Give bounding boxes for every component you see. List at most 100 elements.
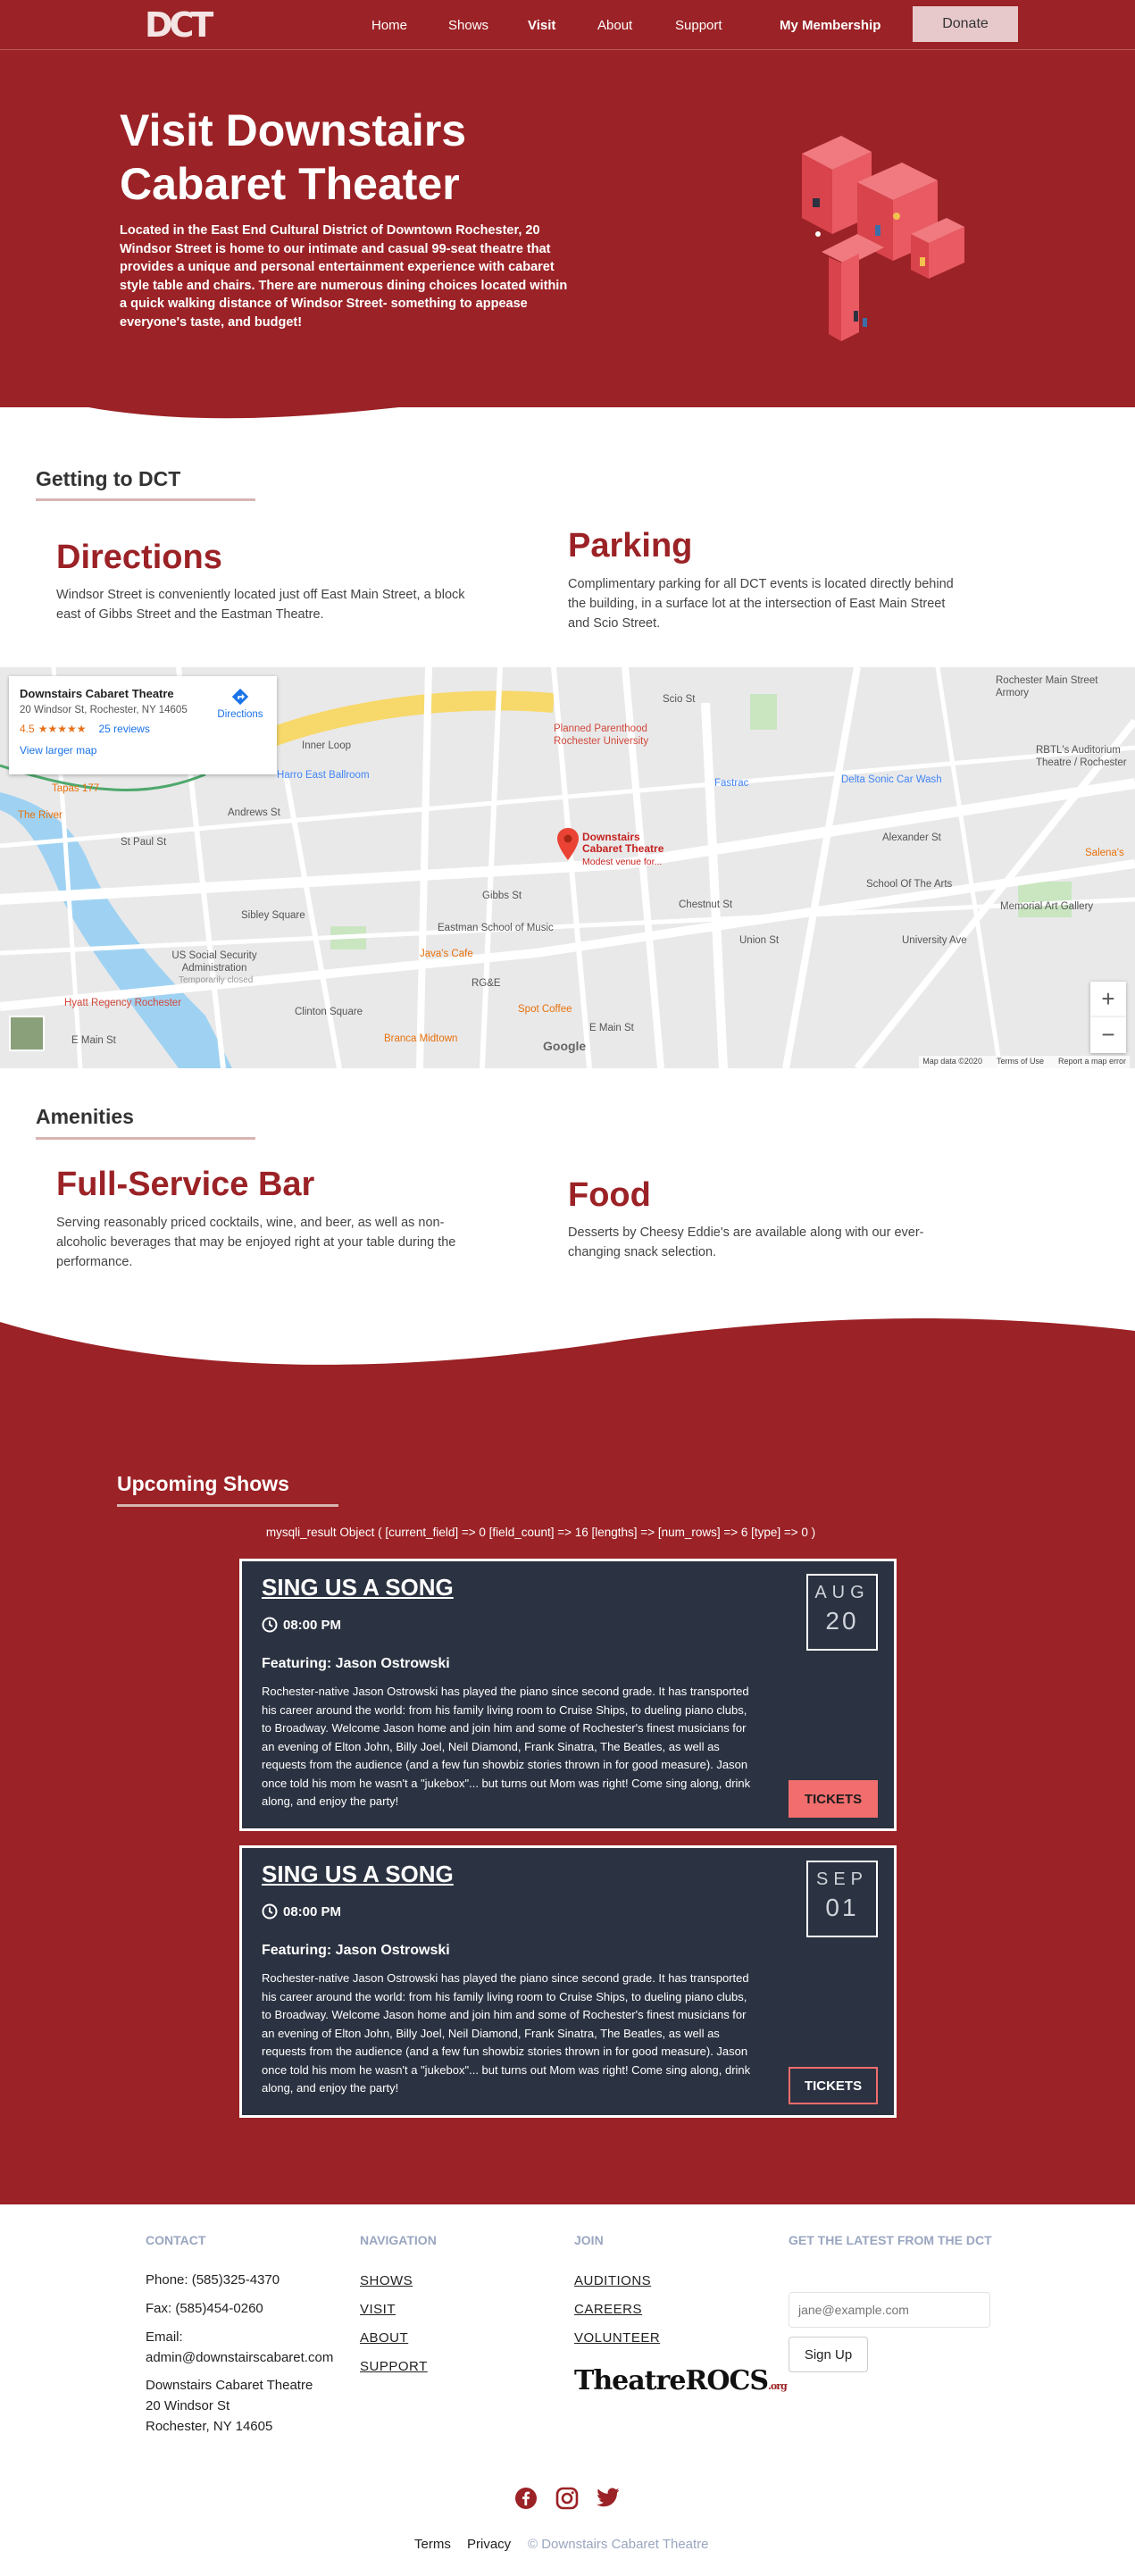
footer-join-auditions[interactable]: AUDITIONS bbox=[574, 2273, 651, 2288]
directions-icon bbox=[231, 688, 249, 706]
shows-underline bbox=[117, 1504, 338, 1507]
getting-underline bbox=[36, 498, 255, 501]
nav-home[interactable]: Home bbox=[371, 18, 407, 33]
map-label: Union St bbox=[739, 935, 780, 946]
show-description: Rochester-native Jason Ostrowski has pla… bbox=[262, 1685, 751, 1808]
directions-text: Windsor Street is conveniently located j… bbox=[56, 588, 465, 622]
map-larger-link[interactable]: View larger map bbox=[20, 744, 96, 757]
map-label: E Main St bbox=[71, 1035, 116, 1046]
show-description: Rochester-native Jason Ostrowski has pla… bbox=[262, 1971, 751, 2095]
footer-join-careers[interactable]: CAREERS bbox=[574, 2302, 642, 2317]
show-title[interactable]: SING US A SONG bbox=[262, 1861, 454, 1888]
footer-navigation-heading: NAVIGATION bbox=[360, 2233, 437, 2247]
google-map[interactable]: Downstairs Cabaret Theatre 20 Windsor St… bbox=[0, 667, 1135, 1068]
nav-support[interactable]: Support bbox=[675, 18, 722, 33]
tickets-button[interactable]: TICKETS bbox=[789, 2067, 878, 2104]
footer-nav-about[interactable]: ABOUT bbox=[360, 2330, 408, 2346]
footer-nav-visit[interactable]: VISIT bbox=[360, 2302, 396, 2317]
show-time-text: 08:00 PM bbox=[283, 1903, 342, 1919]
map-directions-label: Directions bbox=[217, 709, 263, 720]
map-label: University Ave bbox=[902, 935, 967, 946]
hero-title: Visit Downstairs Cabaret Theater bbox=[120, 105, 467, 209]
amenities-underline bbox=[36, 1137, 255, 1140]
map-directions-button[interactable]: Directions bbox=[211, 687, 270, 720]
theatre-rocs-logo[interactable]: TheatreROCS.org bbox=[574, 2365, 788, 2396]
show-time: 08:00 PM bbox=[262, 1903, 341, 1919]
twitter-icon bbox=[597, 2488, 620, 2507]
nav-shows[interactable]: Shows bbox=[448, 18, 488, 33]
hero-wave-divider bbox=[0, 357, 1135, 419]
footer-address-line3: Rochester, NY 14605 bbox=[146, 2419, 273, 2434]
google-logo: Google bbox=[543, 1039, 587, 1053]
bar-heading: Full-Service Bar bbox=[56, 1166, 315, 1203]
show-day: 01 bbox=[825, 1894, 859, 1921]
show-featuring: Featuring: Jason Ostrowski bbox=[262, 1943, 450, 1958]
map-card-reviews[interactable]: 25 reviews bbox=[98, 723, 149, 735]
map-label: E Main St bbox=[589, 1023, 634, 1033]
show-day: 20 bbox=[825, 1607, 859, 1635]
map-label: Spot Coffee bbox=[518, 1004, 572, 1015]
footer-nav-support[interactable]: SUPPORT bbox=[360, 2359, 428, 2374]
footer-join-volunteer[interactable]: VOLUNTEER bbox=[574, 2330, 660, 2346]
footer-email-link[interactable]: admin@downstairscabaret.com bbox=[146, 2347, 333, 2368]
map-zoom-in[interactable]: + bbox=[1090, 982, 1126, 1017]
footer-copyright: © Downstairs Cabaret Theatre bbox=[528, 2537, 709, 2552]
map-label: US Social Security Administration bbox=[171, 950, 257, 974]
parking-text: Complimentary parking for all DCT events… bbox=[568, 577, 954, 631]
map-label: Alexander St bbox=[882, 832, 941, 843]
map-report-link[interactable]: Report a map error bbox=[1058, 1057, 1126, 1067]
map-pin[interactable] bbox=[557, 828, 579, 865]
map-label: Eastman School of Music bbox=[438, 923, 554, 933]
map-label: Java's Cafe bbox=[420, 949, 473, 959]
map-data-credit: Map data ©2020 bbox=[922, 1057, 982, 1066]
map-label: Tapas 177 bbox=[52, 783, 100, 794]
nav-my-membership[interactable]: My Membership bbox=[780, 18, 880, 33]
nav-visit[interactable]: Visit bbox=[528, 18, 555, 33]
map-card-stars: ★★★★★ bbox=[38, 723, 87, 735]
map-zoom-out[interactable]: − bbox=[1090, 1017, 1126, 1053]
show-title[interactable]: SING US A SONG bbox=[262, 1574, 454, 1602]
newsletter-email-input[interactable] bbox=[789, 2292, 990, 2328]
footer-newsletter-heading: GET THE LATEST FROM THE DCT bbox=[789, 2233, 992, 2247]
twitter-link[interactable] bbox=[597, 2488, 620, 2513]
map-card-address: 20 Windsor St, Rochester, NY 14605 bbox=[20, 705, 188, 715]
getting-title: Getting to DCT bbox=[36, 467, 181, 490]
dct-logo[interactable]: DCT bbox=[145, 5, 213, 45]
tickets-button[interactable]: TICKETS bbox=[789, 1780, 878, 1818]
directions-heading: Directions bbox=[56, 539, 222, 576]
map-label: RBTL's Auditorium Theatre / Rochester bbox=[1036, 745, 1127, 768]
map-label: Rochester Main Street Armory bbox=[996, 675, 1098, 698]
site-header: DCT Home Shows Visit About Support My Me… bbox=[0, 0, 1135, 50]
newsletter-signup-button[interactable]: Sign Up bbox=[789, 2337, 868, 2372]
map-label: Sibley Square bbox=[241, 910, 305, 921]
map-pin-icon bbox=[557, 828, 579, 860]
map-label: Chestnut St bbox=[679, 899, 733, 910]
facebook-link[interactable] bbox=[514, 2487, 538, 2514]
map-label: Salena's bbox=[1085, 848, 1124, 858]
show-featuring: Featuring: Jason Ostrowski bbox=[262, 1656, 450, 1671]
show-time-text: 08:00 PM bbox=[283, 1617, 342, 1633]
map-label: Branca Midtown bbox=[384, 1033, 458, 1044]
footer-contact-heading: CONTACT bbox=[146, 2233, 206, 2247]
map-info-card: Downstairs Cabaret Theatre 20 Windsor St… bbox=[9, 676, 277, 774]
map-label: Temporarily closed bbox=[179, 975, 254, 985]
instagram-link[interactable] bbox=[555, 2487, 579, 2514]
footer-nav-shows[interactable]: SHOWS bbox=[360, 2273, 413, 2288]
food-heading: Food bbox=[568, 1176, 651, 1214]
facebook-icon bbox=[515, 2488, 537, 2509]
map-label: Gibbs St bbox=[482, 891, 522, 901]
hero-text: Located in the East End Cultural Distric… bbox=[120, 223, 568, 330]
map-satellite-toggle[interactable] bbox=[9, 1016, 45, 1051]
map-card-rating: 4.5 bbox=[20, 723, 35, 735]
map-label: Fastrac bbox=[714, 778, 749, 789]
donate-button[interactable]: Donate bbox=[913, 6, 1018, 42]
nav-about[interactable]: About bbox=[597, 18, 632, 33]
map-label: School Of The Arts bbox=[866, 879, 953, 890]
map-label: St Paul St bbox=[121, 837, 167, 848]
footer-privacy-link[interactable]: Privacy bbox=[467, 2537, 511, 2552]
food-text: Desserts by Cheesy Eddie's are available… bbox=[568, 1225, 924, 1259]
footer-terms-link[interactable]: Terms bbox=[414, 2537, 451, 2552]
map-label: Planned Parenthood Rochester University bbox=[554, 723, 649, 747]
map-label: The River bbox=[18, 810, 63, 821]
map-terms-link[interactable]: Terms of Use bbox=[997, 1057, 1044, 1067]
